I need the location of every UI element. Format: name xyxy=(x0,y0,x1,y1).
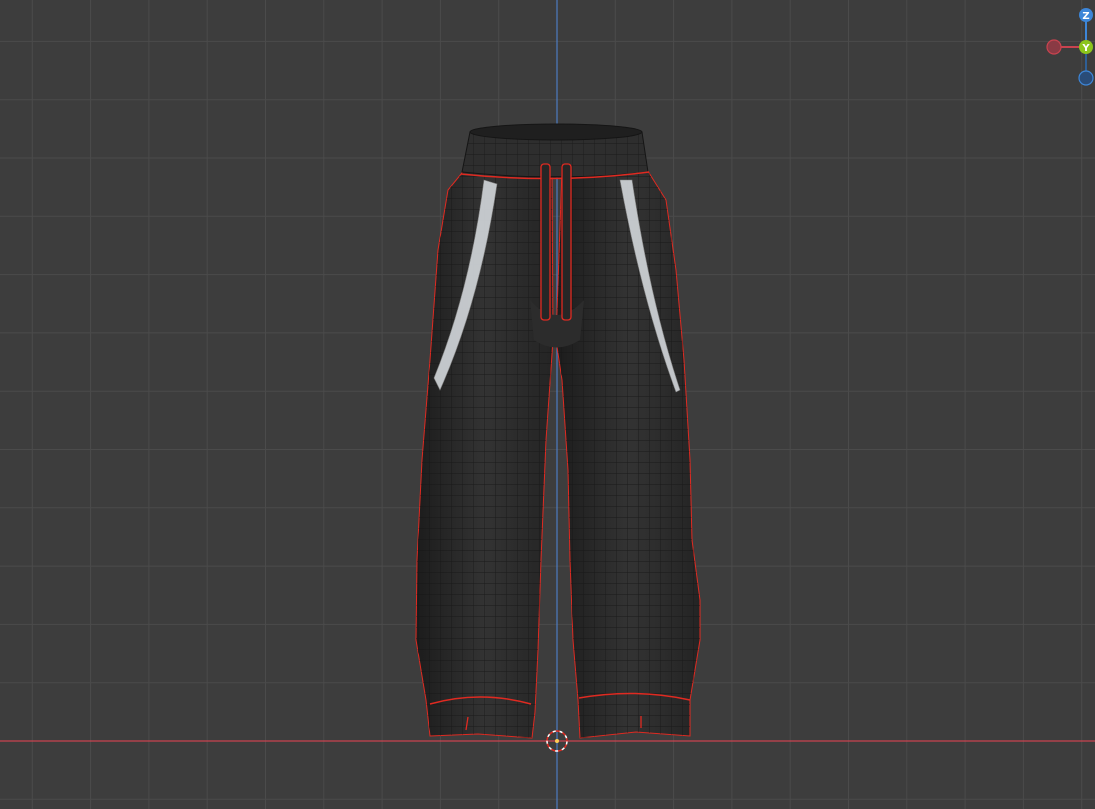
drawstring-left[interactable] xyxy=(540,163,551,321)
gizmo-y-label: Y xyxy=(1081,43,1090,54)
gizmo-z-label: Z xyxy=(1082,11,1089,22)
gizmo-negative-x[interactable] xyxy=(1046,39,1062,55)
viewport-scene[interactable]: Z Y xyxy=(0,0,1095,809)
3d-viewport[interactable]: Z Y xyxy=(0,0,1095,809)
drawstring-right[interactable] xyxy=(561,163,572,321)
waistband-opening xyxy=(469,123,643,141)
gizmo-negative-z[interactable] xyxy=(1078,70,1094,86)
navigation-gizmo-icon[interactable]: Z Y xyxy=(1046,8,1094,86)
